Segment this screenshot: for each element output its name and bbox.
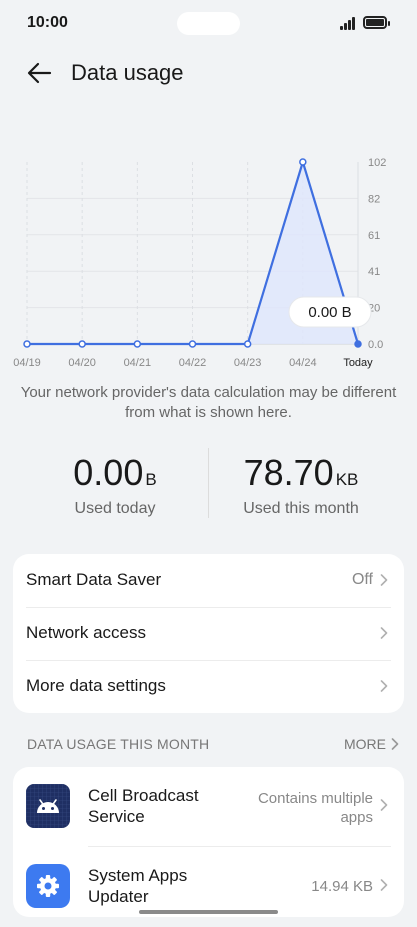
x-tick-label: 04/24 [289, 357, 317, 369]
chevron-right-icon [380, 879, 388, 891]
x-tick-label: 04/19 [13, 357, 41, 369]
app-size: Contains multiple apps [257, 790, 373, 826]
y-tick-label: 102 [368, 157, 386, 169]
camera-cutout [177, 12, 240, 35]
network-access-row[interactable]: Network access [13, 607, 404, 660]
data-point [299, 158, 307, 166]
app-row-cell-broadcast[interactable]: Cell Broadcast Service Contains multiple… [13, 767, 404, 847]
chevron-right-icon[interactable] [391, 738, 399, 750]
more-data-settings-label: More data settings [26, 676, 166, 695]
settings-card: Smart Data Saver Off Network access More… [13, 554, 404, 713]
stat-month: 78.70 KB Used this month [206, 452, 396, 518]
data-point [354, 340, 362, 348]
network-access-label: Network access [26, 623, 146, 642]
x-tick-label: 04/20 [68, 357, 96, 369]
x-tick-label: 04/21 [124, 357, 152, 369]
section-title: DATA USAGE THIS MONTH [27, 736, 210, 752]
month-unit: KB [335, 470, 359, 489]
month-value: 78.70 [243, 452, 334, 493]
app-name: Cell Broadcast Service [88, 786, 199, 826]
android-icon [26, 784, 70, 828]
today-unit: B [145, 470, 157, 489]
smart-data-saver-row[interactable]: Smart Data Saver Off [13, 554, 404, 607]
apps-card: Cell Broadcast Service Contains multiple… [13, 767, 404, 917]
data-point [133, 340, 142, 348]
gear-icon [26, 864, 70, 908]
x-tick-label: 04/22 [179, 357, 207, 369]
provider-note: Your network provider's data calculation… [20, 384, 397, 421]
data-point [78, 340, 86, 348]
status-time: 10:00 [27, 14, 68, 31]
page-title: Data usage [71, 60, 184, 85]
chevron-right-icon [380, 627, 388, 639]
y-tick-label: 41 [368, 266, 380, 278]
chevron-right-icon [380, 799, 388, 811]
more-link[interactable]: MORE [344, 736, 386, 752]
more-data-settings-row[interactable]: More data settings [13, 660, 404, 713]
app-size: 14.94 KB [311, 878, 373, 895]
today-value: 0.00 [73, 452, 144, 493]
data-point [243, 340, 252, 348]
stat-today: 0.00 B Used today [20, 452, 210, 518]
data-point [188, 340, 197, 348]
today-label: Used today [74, 500, 156, 517]
y-tick-label: 0.0 [368, 339, 383, 351]
status-bar: 10:00 [0, 0, 417, 46]
x-tick-label: 04/23 [234, 357, 262, 369]
usage-chart-svg: 102826141200.004/19 04/20 04/21 04/22 04/23 0… [13, 157, 386, 369]
battery-icon [363, 16, 390, 29]
month-label: Used this month [243, 500, 359, 517]
chevron-right-icon [380, 680, 388, 692]
arrow-left-icon [27, 62, 52, 84]
smart-data-saver-label: Smart Data Saver [26, 570, 162, 589]
x-tick-label: Today [343, 357, 373, 369]
smart-data-saver-value: Off [351, 571, 373, 588]
tooltip-value: 0.00 B [308, 304, 351, 321]
chevron-right-icon [380, 574, 388, 586]
app-name: System Apps Updater [88, 866, 188, 906]
signal-icon [340, 16, 357, 30]
y-tick-label: 61 [368, 230, 380, 242]
app-row-system-apps-updater[interactable]: System Apps Updater 14.94 KB [13, 847, 404, 927]
y-tick-label: 82 [368, 193, 380, 205]
usage-chart: 102 82 61 41 20 0.0 04/19 04/20 04/21 04/22 04/23 0… [0, 140, 417, 380]
home-indicator[interactable] [139, 910, 278, 914]
data-point [23, 340, 31, 348]
back-button[interactable] [22, 58, 56, 88]
